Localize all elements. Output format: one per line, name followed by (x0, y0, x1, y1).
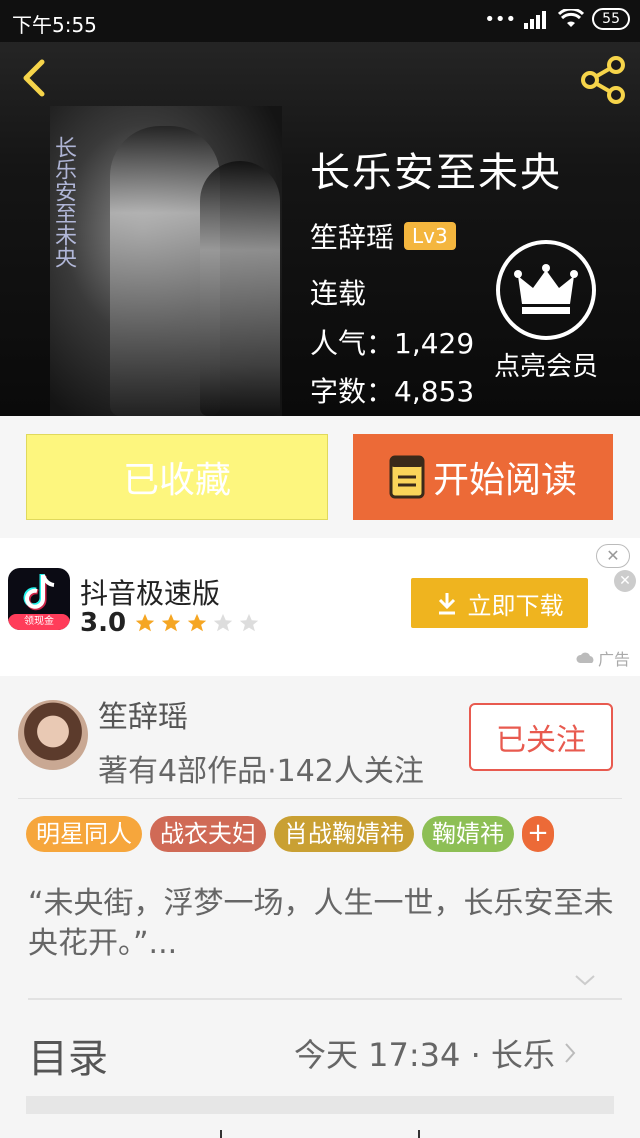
cover-title-text: 长乐安至未央 (51, 136, 76, 268)
popularity: 人气：1,429 (310, 327, 475, 360)
chevron-right-icon (565, 1043, 576, 1063)
crown-icon (496, 240, 596, 340)
status-icons: ••• 55 (484, 8, 630, 30)
download-label: 立即下载 (467, 591, 564, 620)
book-cover[interactable]: 长乐安至未央 (50, 106, 282, 416)
divider (28, 998, 622, 1000)
nav-bar-edge (0, 1130, 640, 1138)
serial-status: 连载 (310, 277, 367, 310)
battery-icon: 55 (592, 8, 630, 30)
start-reading-label: 开始阅读 (432, 460, 577, 501)
douyin-note-icon (23, 574, 55, 611)
author-name[interactable]: 笙辞瑶 (310, 216, 394, 256)
share-icon[interactable] (578, 55, 628, 105)
ad-rating: 3.0 (80, 608, 260, 638)
author-card-name[interactable]: 笙辞瑶 (98, 692, 188, 736)
vip-label: 点亮会员 (493, 352, 598, 382)
start-reading-button[interactable]: 开始阅读 (353, 434, 613, 520)
follow-label: 已关注 (496, 723, 586, 758)
star-filled-icon (187, 613, 207, 632)
author-stats: 著有4部作品·142人关注 (98, 754, 424, 789)
chapter-list-placeholder (26, 1096, 614, 1114)
tag-item[interactable]: 明星同人 (26, 816, 142, 852)
wifi-icon (558, 9, 585, 27)
author-section: 笙辞瑶 著有4部作品·142人关注 已关注 明星同人 战衣夫妇 肖战鞠婧祎 鞠婧… (0, 676, 640, 1138)
cover-figure-woman (200, 161, 280, 416)
avatar[interactable] (18, 700, 88, 770)
toc-title[interactable]: 目录 (28, 1026, 108, 1084)
tag-item[interactable]: 战衣夫妇 (150, 816, 266, 852)
cloud-icon (576, 652, 594, 663)
more-dots-icon: ••• (484, 8, 517, 30)
tag-item[interactable]: 肖战鞠婧祎 (274, 816, 414, 852)
ad-label-text: 广告 (597, 650, 630, 669)
ad-banner[interactable]: 领现金 抖音极速版 3.0 立即下载 ✕ ✕ 广告 (0, 538, 640, 676)
tag-list: 明星同人 战衣夫妇 肖战鞠婧祎 鞠婧祎 + (26, 816, 554, 852)
divider (18, 798, 622, 799)
favorite-label: 已收藏 (122, 460, 231, 501)
status-bar: 下午5:55 ••• 55 (0, 0, 640, 42)
star-filled-icon (135, 613, 155, 632)
vip-button[interactable]: 点亮会员 (486, 240, 606, 383)
word-count: 字数：4,853 (310, 375, 475, 408)
ad-label: 广告 (576, 646, 630, 670)
back-arrow-icon[interactable] (16, 58, 56, 98)
chevron-down-icon[interactable] (572, 972, 598, 988)
download-button[interactable]: 立即下载 (411, 578, 588, 628)
author-line: 笙辞瑶 Lv3 (310, 216, 456, 256)
rating-score: 3.0 (80, 608, 127, 638)
status-time: 下午5:55 (12, 13, 97, 37)
ad-dismiss-icon[interactable]: ✕ (614, 570, 636, 592)
app-logo: 领现金 (8, 568, 70, 630)
ad-close-icon[interactable]: ✕ (596, 544, 630, 568)
action-bar: 已收藏 开始阅读 (0, 416, 640, 538)
follow-button[interactable]: 已关注 (469, 703, 613, 771)
star-empty-icon (213, 613, 233, 632)
tag-item[interactable]: 鞠婧祎 (422, 816, 514, 852)
signal-icon (524, 11, 547, 29)
favorite-button[interactable]: 已收藏 (26, 434, 328, 520)
star-filled-icon (161, 613, 181, 632)
toc-latest-chapter[interactable]: 今天 17:34 · 长乐 (294, 1030, 577, 1076)
more-tags-button[interactable]: + (522, 816, 554, 852)
level-badge: Lv3 (404, 222, 456, 250)
ad-app-name: 抖音极速版 (80, 577, 221, 610)
download-icon (438, 593, 455, 615)
logo-tag: 领现金 (8, 614, 70, 630)
book-icon (389, 455, 425, 499)
star-empty-icon (239, 613, 259, 632)
book-title: 长乐安至未央 (310, 150, 562, 196)
book-intro[interactable]: “未央街，浮梦一场，人生一世，长乐安至未央花开。”... (28, 884, 618, 964)
book-header: 下午5:55 ••• 55 长乐安至未央 长乐安至未央 笙辞瑶 Lv3 连载 人… (0, 0, 640, 416)
toc-latest-text: 今天 17:34 · 长乐 (294, 1036, 555, 1074)
